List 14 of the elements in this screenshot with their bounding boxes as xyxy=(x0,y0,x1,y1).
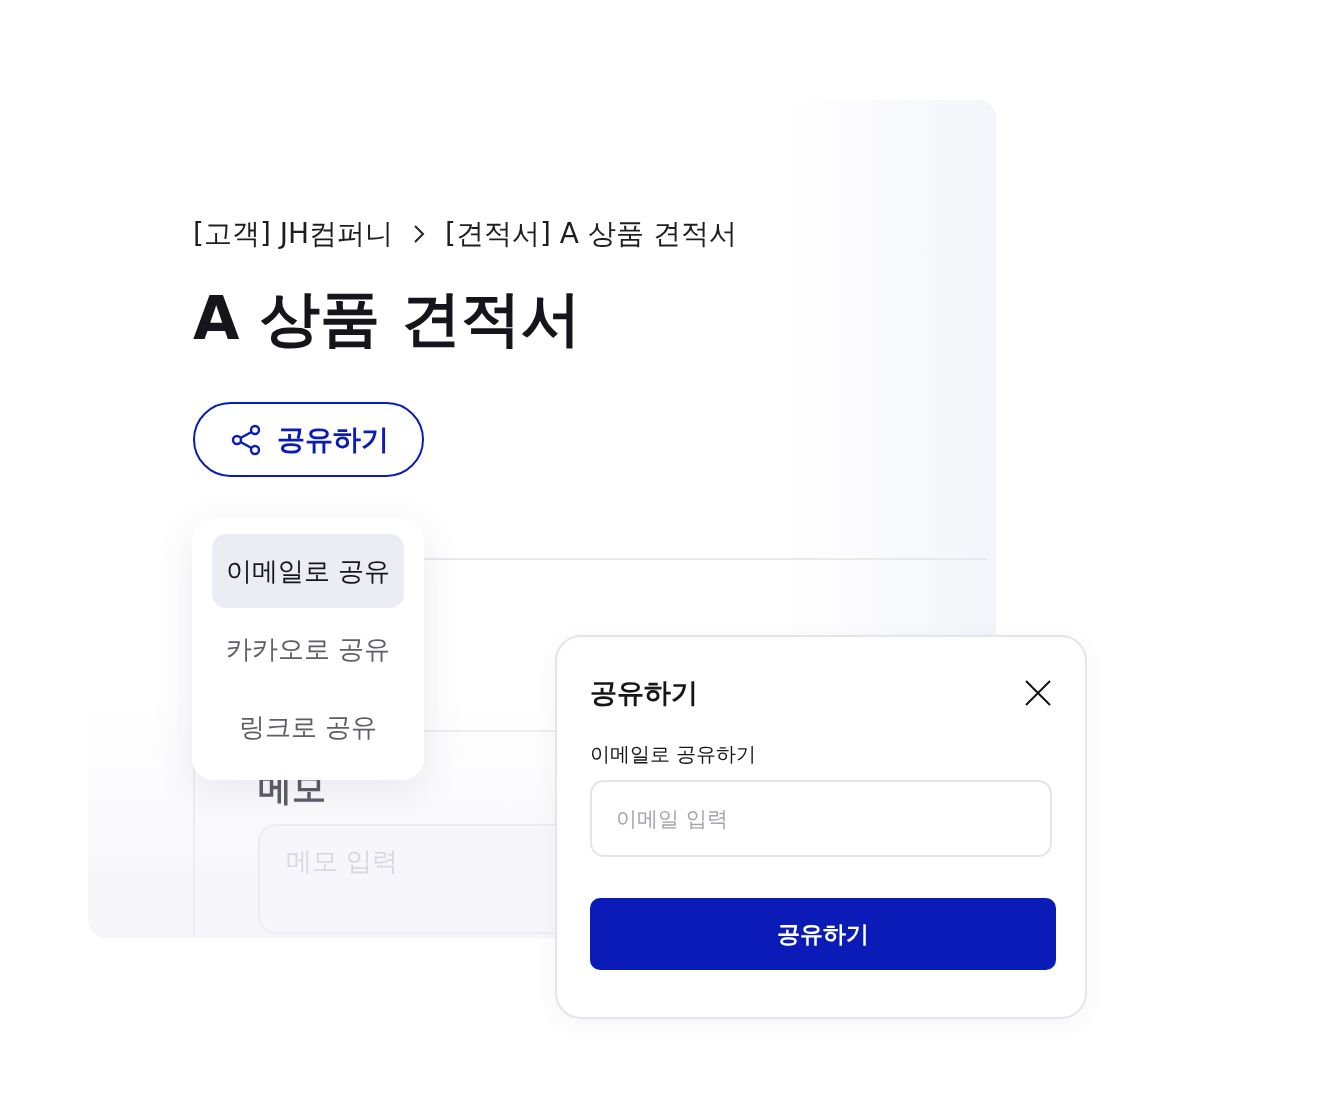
page-title: A 상품 견적서 xyxy=(193,282,583,354)
breadcrumb-link[interactable]: [견적서] A 상품 견적서 xyxy=(445,215,737,253)
field-label: 이메일로 공유하기 xyxy=(590,741,758,768)
menu-item[interactable]: 이메일로 공유 xyxy=(212,534,404,608)
chevron-right-icon xyxy=(413,224,426,244)
share-button[interactable]: 공유하기 xyxy=(193,402,424,477)
email-field[interactable]: 이메일 입력 xyxy=(590,780,1052,857)
breadcrumb-link[interactable]: [고객] JH컴퍼니 xyxy=(193,215,394,253)
dialog-title: 공유하기 xyxy=(590,676,698,710)
submit-button[interactable]: 공유하기 xyxy=(590,898,1056,970)
close-icon[interactable] xyxy=(1025,680,1051,706)
menu-item[interactable]: 카카오로 공유 xyxy=(212,612,404,686)
menu-item[interactable]: 링크로 공유 xyxy=(212,690,404,764)
share-icon xyxy=(229,422,263,457)
